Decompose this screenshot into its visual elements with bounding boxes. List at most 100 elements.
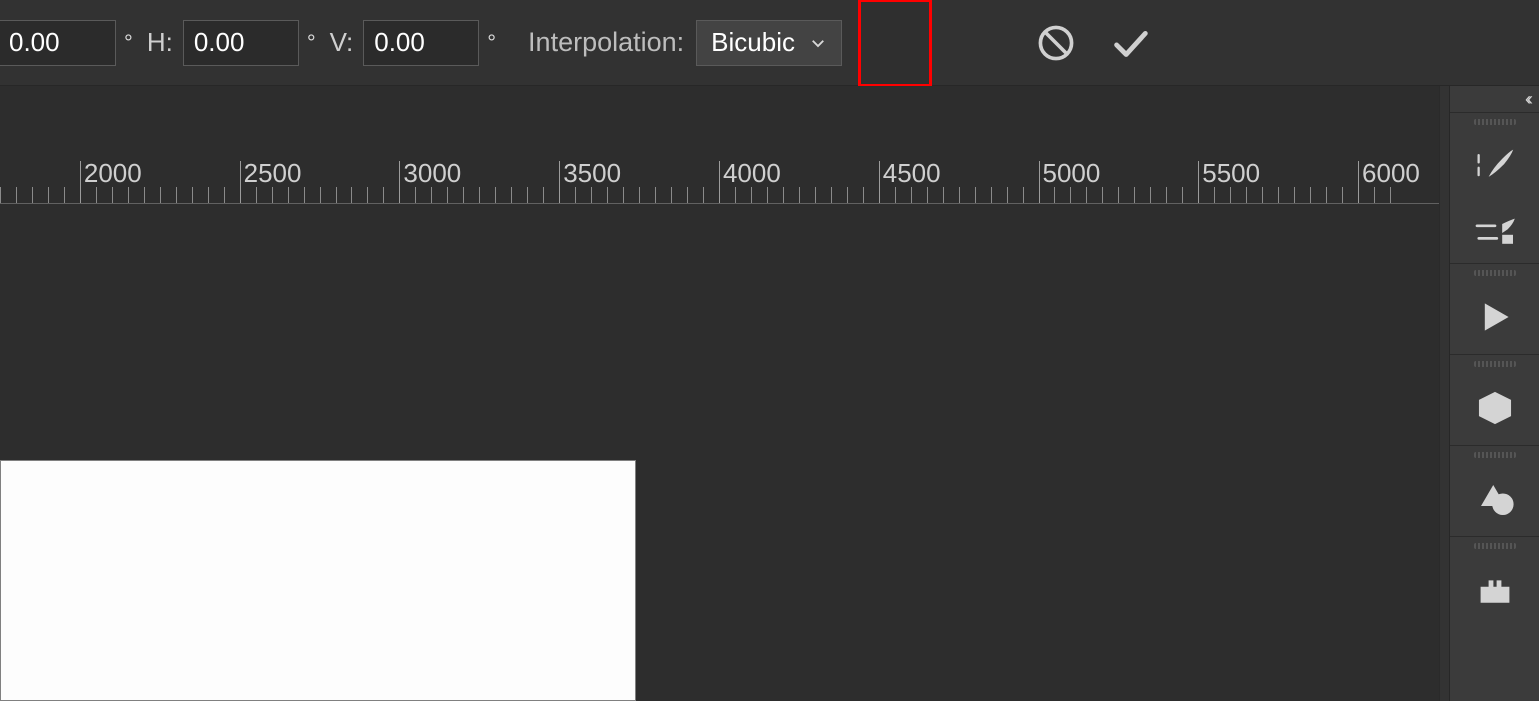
horizontal-ruler[interactable]: 200025003000350040004500500055006000 (0, 158, 1440, 204)
ruler-tick-minor (288, 187, 289, 203)
ruler-tick-minor (703, 187, 704, 203)
ruler-tick-minor (447, 187, 448, 203)
ruler-tick-minor (943, 187, 944, 203)
ruler-tick-minor (607, 187, 608, 203)
ruler-tick-minor (783, 187, 784, 203)
right-panel-strip: ‹‹ (1449, 86, 1539, 701)
ruler-tick-minor (543, 187, 544, 203)
ruler-tick-minor (256, 187, 257, 203)
cancel-transform-button[interactable] (1026, 13, 1086, 73)
ruler-tick-minor (1374, 187, 1375, 203)
v-value: 0.00 (374, 27, 425, 58)
ruler-tick-minor (671, 187, 672, 203)
ruler-tick-minor (383, 187, 384, 203)
rotate-value: 0.00 (9, 27, 60, 58)
ruler-label: 4500 (883, 158, 941, 189)
degree-symbol-1: ° (124, 30, 133, 56)
ruler-tick-minor (1150, 187, 1151, 203)
ruler-tick-minor (927, 187, 928, 203)
cancel-icon (1034, 21, 1078, 65)
ruler-tick-minor (1007, 187, 1008, 203)
ruler-tick-minor (575, 187, 576, 203)
ruler-tick-minor (304, 187, 305, 203)
ruler-tick-minor (351, 187, 352, 203)
ruler-tick-minor (272, 187, 273, 203)
panel-grip[interactable] (1474, 119, 1516, 125)
ruler-tick-minor (1230, 187, 1231, 203)
panel-grip[interactable] (1474, 452, 1516, 458)
interpolation-value: Bicubic (711, 27, 795, 58)
ruler-tick-minor (1214, 187, 1215, 203)
workspace-area: 200025003000350040004500500055006000 (0, 86, 1539, 701)
ruler-tick-minor (176, 187, 177, 203)
interpolation-label: Interpolation: (528, 27, 684, 58)
h-label: H: (147, 27, 173, 58)
ruler-tick-minor (511, 187, 512, 203)
ruler-tick-minor (415, 187, 416, 203)
ruler-tick-minor (1102, 187, 1103, 203)
panel-grip[interactable] (1474, 270, 1516, 276)
ruler-tick-minor (815, 187, 816, 203)
panel-grip[interactable] (1474, 543, 1516, 549)
panel-slot-brushes[interactable] (1450, 112, 1539, 263)
panel-slot-measure[interactable] (1450, 445, 1539, 536)
ruler-label: 4000 (723, 158, 781, 189)
3d-icon (1475, 388, 1515, 428)
degree-symbol-3: ° (487, 30, 496, 56)
vertical-scrollbar[interactable] (1439, 86, 1449, 701)
ruler-tick-minor (160, 187, 161, 203)
warp-mode-button[interactable] (858, 0, 932, 87)
brush-presets-icon (1473, 146, 1517, 186)
ruler-tick-minor (64, 187, 65, 203)
chevron-down-icon (809, 34, 827, 52)
ruler-tick-minor (1342, 187, 1343, 203)
v-skew-input[interactable]: 0.00 (363, 20, 479, 66)
ruler-tick-minor (1278, 187, 1279, 203)
ruler-label: 2500 (244, 158, 302, 189)
ruler-tick-minor (1070, 187, 1071, 203)
commit-transform-button[interactable] (1100, 13, 1160, 73)
ruler-tick-minor (367, 187, 368, 203)
panel-slot-actions[interactable] (1450, 263, 1539, 354)
ruler-tick-minor (320, 187, 321, 203)
panel-slot-3d[interactable] (1450, 354, 1539, 445)
h-skew-input[interactable]: 0.00 (183, 20, 299, 66)
clone-source-icon (1473, 215, 1517, 251)
ruler-tick-major (1358, 161, 1359, 203)
ruler-tick-minor (1262, 187, 1263, 203)
panel-grip[interactable] (1474, 361, 1516, 367)
ruler-tick-minor (336, 187, 337, 203)
ruler-tick-minor (495, 187, 496, 203)
ruler-label: 5000 (1043, 158, 1101, 189)
ruler-tick-minor (144, 187, 145, 203)
rotate-input[interactable]: 0.00 (0, 20, 116, 66)
document-canvas[interactable] (0, 460, 636, 701)
actions-play-icon (1478, 300, 1512, 334)
ruler-tick-minor (1118, 187, 1119, 203)
ruler-tick-minor (1086, 187, 1087, 203)
ruler-tick-major (559, 161, 560, 203)
ruler-tick-minor (1182, 187, 1183, 203)
interpolation-select[interactable]: Bicubic (696, 20, 842, 66)
ruler-tick-minor (1054, 187, 1055, 203)
ruler-tick-minor (1023, 187, 1024, 203)
ruler-tick-major (719, 161, 720, 203)
ruler-tick-minor (639, 187, 640, 203)
ruler-label: 3500 (563, 158, 621, 189)
panel-slot-plugins[interactable] (1450, 536, 1539, 627)
ruler-tick-minor (1166, 187, 1167, 203)
collapse-chevrons-icon: ‹‹ (1525, 89, 1529, 110)
degree-symbol-2: ° (307, 30, 316, 56)
ruler-tick-minor (1134, 187, 1135, 203)
ruler-tick-minor (687, 187, 688, 203)
ruler-tick-major (399, 161, 400, 203)
checkmark-icon (1107, 20, 1153, 66)
ruler-tick-minor (847, 187, 848, 203)
ruler-tick-minor (463, 187, 464, 203)
ruler-tick-major (1039, 161, 1040, 203)
ruler-tick-minor (959, 187, 960, 203)
ruler-tick-minor (735, 187, 736, 203)
ruler-tick-minor (751, 187, 752, 203)
expand-panels-button[interactable]: ‹‹ (1450, 86, 1539, 112)
ruler-label: 5500 (1202, 158, 1260, 189)
